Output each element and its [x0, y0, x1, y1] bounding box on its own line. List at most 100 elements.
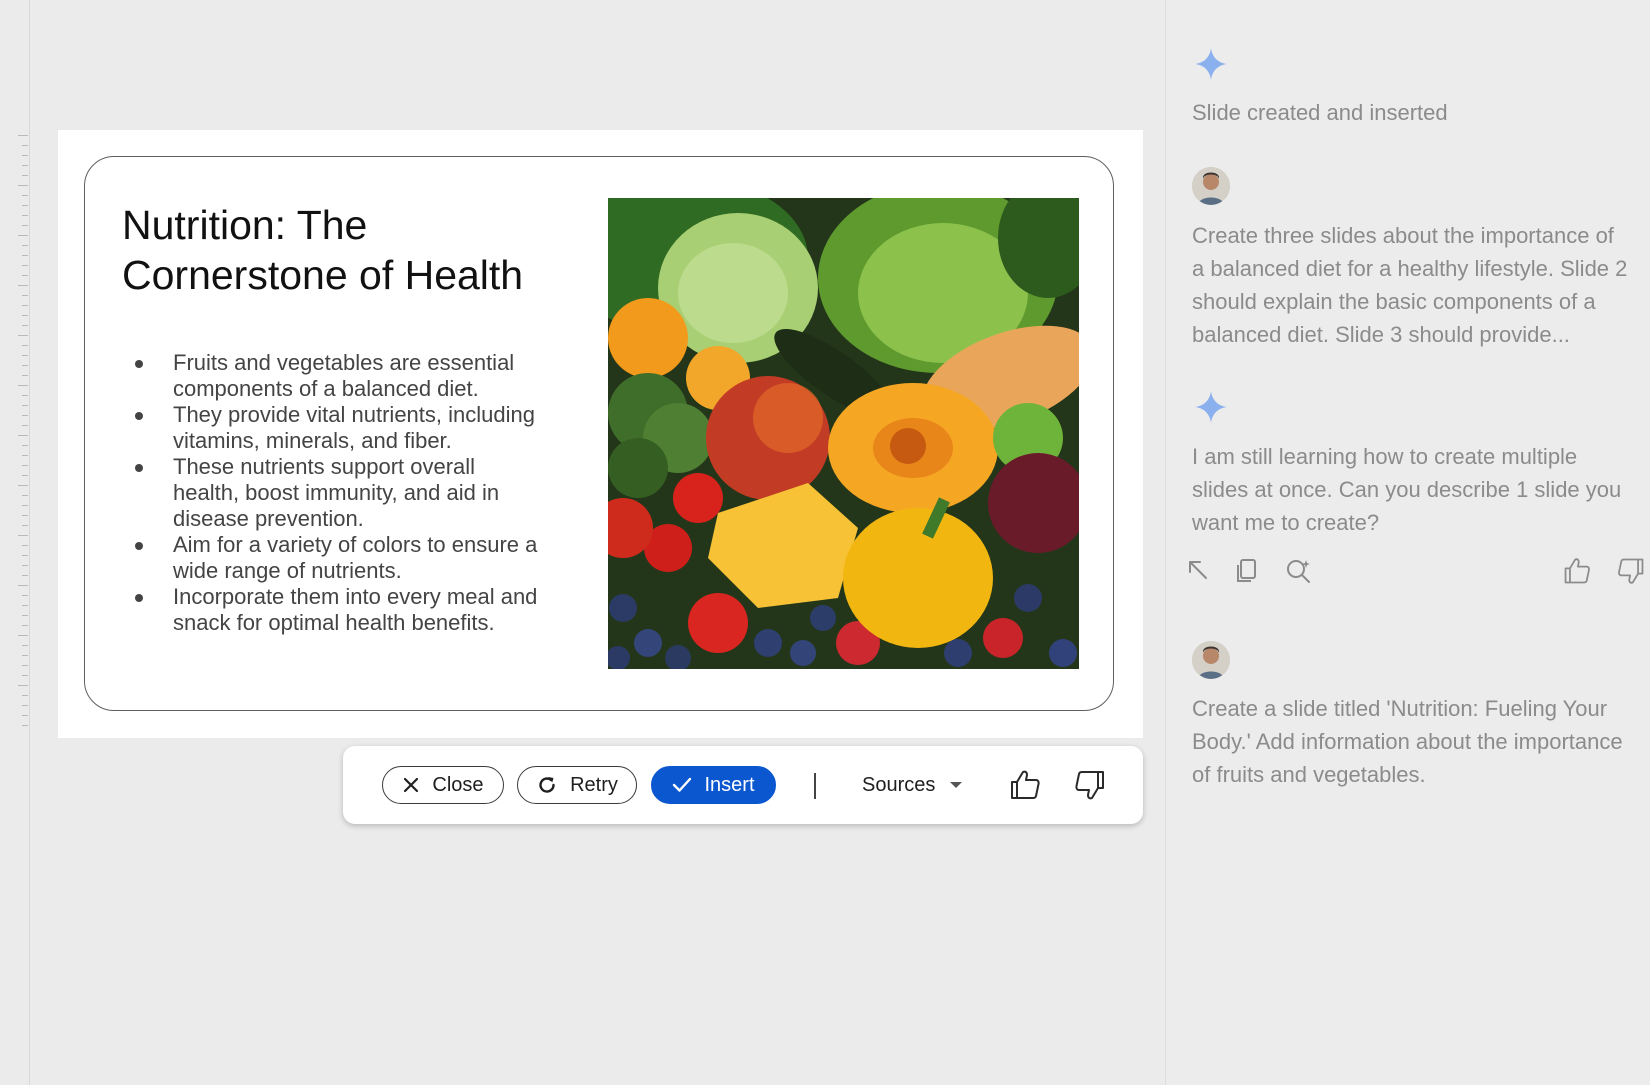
ruler-tick [22, 545, 28, 546]
double-check-search-icon[interactable] [1284, 556, 1314, 586]
message-line: slides at once. Can you describe 1 slide… [1192, 477, 1622, 502]
close-icon [404, 777, 419, 793]
ruler-tick [22, 365, 28, 366]
bullet-dot [135, 360, 143, 368]
sources-label: Sources [862, 773, 936, 796]
ruler-tick [22, 645, 28, 646]
ruler-tick [22, 725, 28, 726]
ruler-tick [22, 465, 28, 466]
ruler-tick [18, 385, 28, 386]
ruler-tick [22, 625, 28, 626]
ruler-tick [22, 315, 28, 316]
ruler-tick [18, 135, 28, 136]
ruler-tick [22, 205, 28, 206]
ruler-tick [22, 445, 28, 446]
ruler-tick [22, 605, 28, 606]
slide-bullet-line: components of a balanced diet. [173, 376, 479, 401]
ruler-tick [18, 185, 28, 186]
ruler-tick [18, 635, 28, 636]
slide-preview: Nutrition: The Cornerstone of Health Fru… [58, 130, 1143, 738]
ruler-tick [22, 715, 28, 716]
message-line: a balanced diet for a healthy lifestyle.… [1192, 256, 1628, 281]
ruler-tick [22, 295, 28, 296]
slide-bullet-line: Aim for a variety of colors to ensure a [173, 532, 538, 557]
user-message-1: Create three slides about the importance… [1192, 219, 1650, 351]
ruler-tick [22, 675, 28, 676]
slide-bullet-line: Incorporate them into every meal and [173, 584, 538, 609]
slide-bullet-line: Fruits and vegetables are essential [173, 350, 515, 375]
retry-button[interactable]: Retry [517, 766, 637, 804]
refresh-icon [539, 777, 555, 793]
thumbs-down-icon[interactable] [1616, 556, 1646, 586]
insert-arrow-icon[interactable] [1184, 556, 1214, 586]
fruits-vegetables-photo-icon [608, 198, 1079, 669]
ruler-tick [22, 405, 28, 406]
slide-bullet-line: disease prevention. [173, 506, 364, 531]
user-message-2: Create a slide titled 'Nutrition: Fuelin… [1192, 692, 1650, 791]
thumbs-up-icon[interactable] [1562, 556, 1592, 586]
ruler-tick [22, 515, 28, 516]
ruler-tick [22, 325, 28, 326]
ruler-tick [22, 415, 28, 416]
ruler-tick [22, 475, 28, 476]
checkmark-icon [673, 777, 692, 792]
insert-button[interactable]: Insert [651, 766, 776, 804]
user-avatar-icon [1192, 167, 1230, 205]
ai-action-toolbar: Close Retry Insert Sources [343, 746, 1143, 824]
retry-button-label: Retry [570, 773, 618, 796]
ruler-tick [22, 175, 28, 176]
insert-button-label: Insert [704, 773, 755, 796]
gemini-side-panel: ... Slide created and inserted Create th… [1166, 0, 1650, 1085]
toolbar-divider [814, 773, 816, 799]
dropdown-arrow-icon [950, 782, 963, 788]
ruler-tick [18, 485, 28, 486]
ruler-tick [22, 705, 28, 706]
bullet-dot [135, 464, 143, 472]
thumbs-down-icon[interactable] [1073, 768, 1107, 802]
ruler-tick [18, 335, 28, 336]
ruler-tick [22, 615, 28, 616]
ruler-tick [22, 455, 28, 456]
ruler-tick [22, 395, 28, 396]
ruler-tick [22, 245, 28, 246]
ruler-tick [18, 535, 28, 536]
gemini-sparkle-icon [1195, 48, 1227, 80]
ruler-tick [22, 345, 28, 346]
ruler-tick [22, 355, 28, 356]
ruler-tick [22, 595, 28, 596]
ruler-tick [22, 665, 28, 666]
slide-bullet-line: snack for optimal health benefits. [173, 610, 495, 635]
assistant-message-2: I am still learning how to create multip… [1192, 440, 1650, 539]
assistant-message-1: Slide created and inserted [1192, 100, 1448, 125]
message-line: balanced diet. Slide 3 should provide... [1192, 322, 1570, 347]
user-avatar [1192, 167, 1230, 205]
ruler-tick [22, 425, 28, 426]
gemini-sparkle-icon [1195, 391, 1227, 423]
thumbs-up-icon[interactable] [1008, 768, 1042, 802]
ruler-tick [22, 565, 28, 566]
slide-bullet-line: These nutrients support overall [173, 454, 476, 479]
ruler-tick [18, 435, 28, 436]
close-button[interactable]: Close [382, 766, 504, 804]
vertical-ruler [16, 135, 30, 735]
slide-bullet: These nutrients support overall health, b… [126, 454, 566, 532]
ruler-tick [22, 575, 28, 576]
message-line: should explain the basic components of a [1192, 289, 1596, 314]
fruits-vegetables-image [608, 198, 1079, 669]
message-line: Create three slides about the importance… [1192, 223, 1614, 248]
ruler-tick [22, 195, 28, 196]
ruler-tick [18, 235, 28, 236]
ruler-tick [22, 695, 28, 696]
copy-icon[interactable] [1232, 556, 1262, 586]
message-line: I am still learning how to create multip… [1192, 444, 1578, 469]
message-line: Create a slide titled 'Nutrition: Fuelin… [1192, 696, 1608, 721]
sources-dropdown[interactable]: Sources [862, 766, 963, 804]
bullet-dot [135, 594, 143, 602]
slide-bullet: Incorporate them into every meal and snac… [126, 584, 566, 636]
ruler-tick [22, 145, 28, 146]
ruler-tick [22, 215, 28, 216]
ruler-tick [18, 285, 28, 286]
ruler-tick [22, 265, 28, 266]
user-avatar-icon [1192, 641, 1230, 679]
slide-bullet-line: health, boost immunity, and aid in [173, 480, 500, 505]
